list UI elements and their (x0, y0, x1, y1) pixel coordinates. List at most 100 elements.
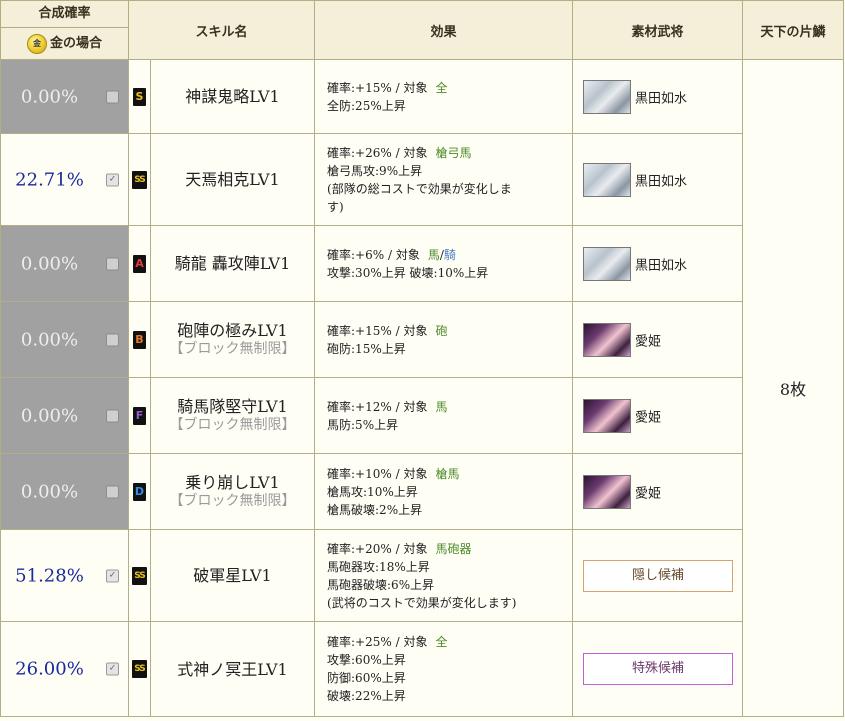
probability-cell: 0.00% (0, 225, 129, 302)
skill-block-note: 【ブロック無制限】 (169, 492, 296, 509)
rank-cell: A (128, 225, 151, 302)
effect-rate: 確率:+26% / 対象 (327, 145, 428, 160)
rank-badge-f: F (133, 406, 146, 425)
skill-name-cell: 天焉相克LV1 (149, 133, 316, 226)
general-portrait-icon[interactable] (583, 79, 632, 114)
select-checkbox[interactable]: ✓ (106, 173, 119, 186)
skill-name-cell: 神謀鬼略LV1 (149, 59, 316, 134)
general-name: 愛姫 (635, 410, 662, 425)
effect-cell: 確率:+25% / 対象全攻撃:60%上昇 防御:60%上昇 破壊:22%上昇 (314, 621, 574, 717)
effect-line: 攻撃:30%上昇 破壊:10%上昇 (327, 265, 489, 280)
hidden-candidate-button[interactable]: 隠し候補 (583, 559, 734, 592)
select-checkbox[interactable] (106, 485, 119, 498)
effect-line: 確率:+15% / 対象砲 (327, 322, 572, 340)
select-checkbox[interactable] (106, 257, 119, 270)
scale-count: 8枚 (742, 59, 845, 717)
table-row: 0.00% S 神謀鬼略LV1 確率:+15% / 対象全全防:25%上昇 黒田如水 8枚 (0, 59, 845, 717)
rank-cell: S (128, 59, 151, 134)
rank-cell: D (128, 453, 151, 530)
material-general-cell: 黒田如水 (572, 225, 744, 302)
effect-rate: 確率:+15% / 対象 (327, 323, 428, 338)
select-checkbox[interactable]: ✓ (106, 662, 119, 676)
skill-name-cell: 騎馬隊堅守LV1 【ブロック無制限】 (149, 377, 316, 454)
rank-badge-ss: SS (132, 660, 147, 678)
skill-name: 乗り崩しLV1 (185, 472, 280, 492)
effect-line: (武将のコストで効果が変化します) (327, 595, 517, 610)
effect-line: 馬砲器破壊:6%上昇 (327, 577, 435, 592)
skill-name: 式神ノ冥王LV1 (177, 659, 288, 679)
effect-cell: 確率:+20% / 対象 馬砲器 馬砲器攻:18%上昇 馬砲器破壊:6%上昇 (武将のコ… (314, 529, 574, 622)
probability-value: 51.28% (15, 565, 84, 586)
table-row: 0.00% F 騎馬隊堅守LV1 【ブロック無制限】 確率:+12% / 対象馬馬防:5… (0, 377, 844, 454)
probability-value: 0.00% (20, 481, 79, 502)
select-checkbox[interactable] (106, 333, 119, 346)
skill-name: 破軍星LV1 (193, 566, 272, 585)
effect-line: 確率:+15% / 対象全 (327, 79, 572, 97)
skill-name: 騎龍 轟攻陣LV1 (174, 254, 291, 273)
select-checkbox[interactable]: ✓ (106, 569, 119, 582)
material-general-cell: 愛姫 (572, 301, 744, 378)
probability-cell: 0.00% (0, 59, 129, 134)
effect-rate: 確率:+15% / 対象 (327, 80, 428, 95)
effect-rate: 確率:+20% / 対象 (327, 541, 428, 556)
select-checkbox[interactable] (106, 409, 119, 422)
select-checkbox[interactable] (106, 90, 119, 103)
general-portrait-icon[interactable] (583, 474, 632, 509)
effect-target: 砲 (435, 323, 448, 338)
effect-line: 槍馬攻:10%上昇 (327, 484, 418, 499)
effect-rate: 確率:+6% / 対象 (327, 247, 420, 262)
effect-cell: 確率:+15% / 対象砲砲防:15%上昇 (314, 301, 574, 378)
probability-cell: 51.28% ✓ (0, 529, 129, 622)
effect-line: 槍馬破壊:2%上昇 (327, 502, 423, 517)
general-portrait-icon[interactable] (583, 162, 632, 197)
effect-line: 確率:+26% / 対象 槍弓馬 (327, 144, 572, 162)
header-prob-gold-label: 金の場合 (49, 36, 102, 51)
special-candidate-button[interactable]: 特殊候補 (583, 653, 734, 685)
effect-cell: 確率:+15% / 対象全全防:25%上昇 (314, 59, 574, 134)
rank-cell: F (128, 377, 151, 454)
general-portrait-icon[interactable] (583, 246, 632, 281)
general-portrait-icon[interactable] (583, 398, 632, 433)
header-material: 素材武将 (572, 0, 744, 60)
table-body: 0.00% S 神謀鬼略LV1 確率:+15% / 対象全全防:25%上昇 黒田如水 8枚… (0, 59, 845, 717)
table-header-row: 合成確率 金 金の場合 スキル名 効果 素材武将 天下の片鱗 (0, 0, 845, 60)
effect-line: 防御:60%上昇 (327, 671, 406, 685)
effect-rate: 確率:+12% / 対象 (327, 399, 428, 414)
effect-line: 破壊:22%上昇 (327, 689, 406, 703)
skill-name: 騎馬隊堅守LV1 (177, 396, 288, 416)
rank-badge-ss: SS (132, 170, 147, 189)
table-row: 26.00% ✓ SS 式神ノ冥王LV1 確率:+25% / 対象全攻撃:60%上昇 防御… (0, 621, 844, 717)
rank-cell: B (128, 301, 151, 378)
effect-line: 槍弓馬攻:9%上昇 (327, 163, 423, 178)
probability-cell: 26.00% ✓ (0, 621, 129, 717)
probability-cell: 0.00% (0, 453, 129, 530)
effect-target: 馬 (427, 247, 440, 262)
skill-name: 神謀鬼略LV1 (185, 87, 280, 106)
skill-name-cell: 式神ノ冥王LV1 (149, 621, 316, 717)
effect-target: 馬 (435, 399, 448, 414)
effect-cell: 確率:+6% / 対象 馬/騎 攻撃:30%上昇 破壊:10%上昇 (314, 225, 574, 302)
rank-cell: SS (128, 133, 151, 226)
general-portrait-icon[interactable] (583, 322, 632, 357)
effect-line: 確率:+6% / 対象 馬/騎 (327, 246, 572, 264)
skill-fusion-table: 合成確率 金 金の場合 スキル名 効果 素材武将 天下の片鱗 0.00% S 神謀鬼… (0, 0, 845, 717)
effect-rate: 確率:+25% / 対象 (327, 635, 428, 649)
effect-line: 全防:25%上昇 (327, 98, 406, 113)
material-candidate-cell: 隠し候補 (572, 529, 744, 622)
effect-line: 確率:+25% / 対象全 (327, 633, 572, 651)
rank-badge-b: B (133, 330, 146, 349)
effect-target: 槍馬 (435, 466, 460, 481)
table-row: 51.28% ✓ SS 破軍星LV1 確率:+20% / 対象 馬砲器 馬砲器攻:18%上昇… (0, 529, 844, 622)
probability-value: 0.00% (20, 329, 79, 350)
header-effect: 効果 (314, 0, 574, 60)
skill-name: 天焉相克LV1 (185, 170, 280, 189)
skill-block-note: 【ブロック無制限】 (169, 340, 296, 357)
rank-badge-s: S (133, 87, 146, 106)
material-general-cell: 愛姫 (572, 377, 744, 454)
header-prob: 合成確率 金 金の場合 (0, 0, 129, 60)
effect-cell: 確率:+12% / 対象馬馬防:5%上昇 (314, 377, 574, 454)
probability-value: 0.00% (20, 253, 79, 274)
probability-cell: 22.71% ✓ (0, 133, 129, 226)
skill-name: 砲陣の極みLV1 (177, 320, 288, 340)
table-row: 0.00% A 騎龍 轟攻陣LV1 確率:+6% / 対象 馬/騎 攻撃:30%上昇 破壊… (0, 225, 844, 302)
